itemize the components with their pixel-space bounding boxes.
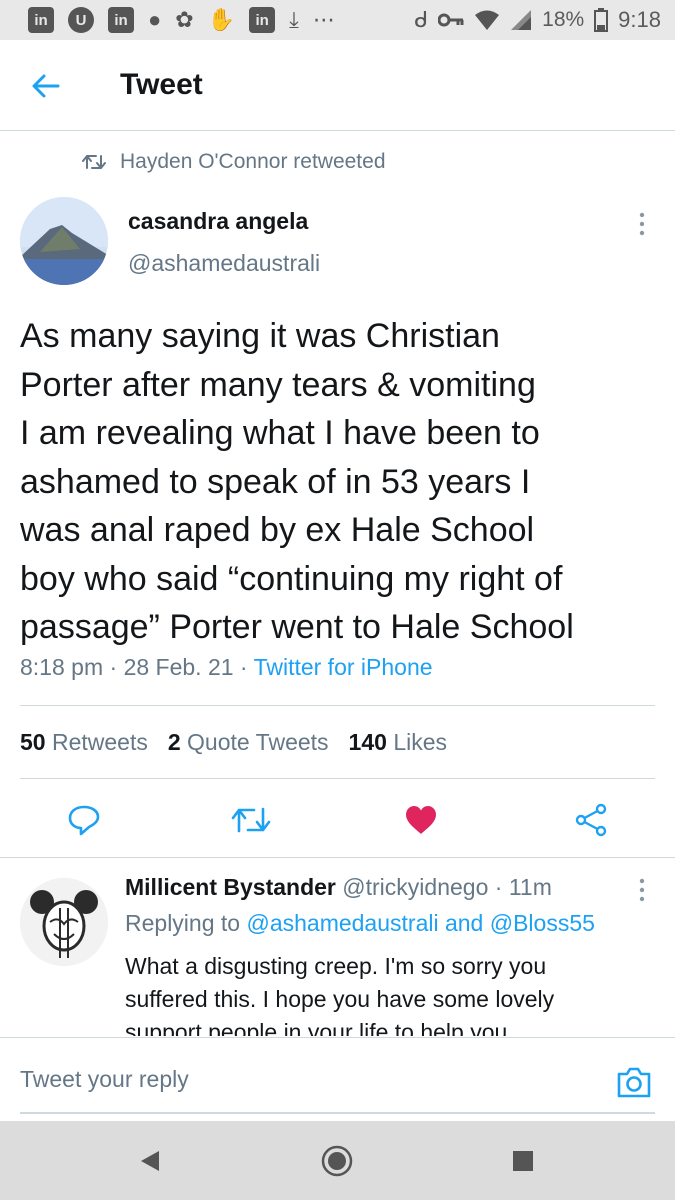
reply-composer: Tweet your reply [0,1037,675,1121]
linkedin-notification-icon: in [28,7,54,33]
author-avatar[interactable] [20,197,108,285]
likes-label: Likes [393,729,448,755]
status-bar: in U in ● ✿ ✋ in ⤓ ⋯ ᑯ 18% 9:18 [0,0,675,40]
back-button[interactable] [28,68,64,104]
reply-author-avatar[interactable] [20,878,108,966]
like-button[interactable] [396,795,446,845]
camera-button[interactable] [614,1062,654,1102]
reply-text[interactable]: What a disgusting creep. I'm so sorry yo… [125,950,645,1036]
retweets-label: Retweets [51,729,148,755]
tweet-text-line: was anal raped by ex Hale School [20,511,535,549]
signal-icon [511,10,532,30]
quote-tweets-stat[interactable]: 2 Quote Tweets [168,729,329,756]
battery-percent: 18% [542,8,585,31]
linkedin-notification-icon: in [108,7,134,33]
tweet-more-button[interactable] [630,210,654,240]
share-button[interactable] [566,795,616,845]
tweet-text-line: passage” Porter went to Hale School [20,608,574,646]
tweet-time: 8:18 pm [20,654,104,680]
linkedin-notification-icon: in [249,7,276,33]
divider [20,705,655,706]
reply-icon [68,805,100,836]
download-icon: ⤓ [289,7,299,32]
hand-notification-icon: ✋ [207,7,236,32]
divider [0,857,675,858]
share-icon [575,803,607,837]
nav-back-button[interactable] [130,1141,170,1181]
divider [20,778,655,779]
more-vertical-icon [639,878,645,902]
mention-link[interactable]: @ashamedaustrali [246,910,438,936]
dragon-notification-icon: ✿ [175,7,194,32]
tweet-text: As many saying it was Christian Porter a… [20,312,660,652]
reply-text-line: suffered this. I hope you have some love… [125,986,555,1012]
tweet-text-line: boy who said “continuing my right of [20,559,563,598]
reply-button[interactable] [59,795,109,845]
flame-notification-icon: ● [148,7,162,32]
nav-recents-icon [513,1151,533,1171]
reply-more-button[interactable] [630,876,654,906]
replying-to-and[interactable]: and [445,910,483,936]
tweet-stats: 50 Retweets 2 Quote Tweets 140 Likes [20,729,447,756]
nav-back-icon [141,1151,159,1171]
author-avatar-image [20,197,108,285]
mention-link[interactable]: @Bloss55 [490,910,595,936]
reply-input[interactable]: Tweet your reply [20,1066,189,1093]
top-app-bar: Tweet [0,40,675,131]
tweet-text-line: As many saying it was Christian [20,317,500,355]
battery-icon [594,8,609,32]
replying-to-prefix: Replying to [125,910,241,936]
tweet-date: 28 Feb. 21 [123,654,234,680]
reply-author-name[interactable]: Millicent Bystander [125,874,336,900]
camera-icon [617,1067,651,1098]
likes-count: 140 [348,729,387,755]
tweet-text-line: I am revealing what I have been to [20,414,540,452]
quote-tweets-label: Quote Tweets [187,729,329,755]
nav-home-icon [321,1145,353,1177]
status-bar-notifications: in U in ● ✿ ✋ in ⤓ ⋯ [28,7,335,33]
tweet-actions [0,795,675,845]
meta-separator: · [239,654,254,680]
status-bar-system: ᑯ 18% 9:18 [414,7,661,33]
reply-time: 11m [508,874,552,900]
tweet-text-line: ashamed to speak of in 53 years I [20,462,531,501]
meta-separator: · [109,654,124,680]
meta-separator: · [494,874,509,900]
retweets-count: 50 [20,729,46,755]
likes-stat[interactable]: 140 Likes [349,729,447,756]
wifi-icon [475,10,500,30]
nav-home-button[interactable] [317,1141,357,1181]
reply-text-line: support people in your life to help you [125,1019,508,1036]
nav-recents-button[interactable] [503,1141,543,1181]
bluetooth-icon: ᑯ [414,7,429,32]
tweet-metadata: 8:18 pm · 28 Feb. 21 · Twitter for iPhon… [20,654,433,681]
more-notifications-icon: ⋯ [312,7,335,32]
quote-tweets-count: 2 [167,729,181,755]
reply-input-underline [20,1112,655,1114]
retweet-small-icon [82,155,106,169]
retweets-stat[interactable]: 50 Retweets [20,729,148,756]
system-nav-bar [0,1121,675,1200]
replying-to: Replying to @ashamedaustrali and @Bloss5… [125,910,595,937]
heart-filled-icon [406,806,436,834]
u-app-notification-icon: U [68,7,94,33]
tweet-source-link[interactable]: Twitter for iPhone [254,654,433,680]
retweeted-by-text: Hayden O'Connor retweeted [120,150,386,173]
retweet-icon [231,807,271,833]
retweet-button[interactable] [226,795,276,845]
reply-header: Millicent Bystander @trickyidnego · 11m [125,874,552,901]
tweet-text-line: Porter after many tears & vomiting [20,365,536,404]
author-name[interactable]: casandra angela [128,208,308,235]
more-vertical-icon [639,212,645,236]
author-handle[interactable]: @ashamedaustrali [128,250,320,277]
reply-author-handle[interactable]: @trickyidnego [342,874,488,900]
reply-text-line: What a disgusting creep. I'm so sorry yo… [125,953,547,979]
reply-avatar-image [20,878,108,966]
vpn-key-icon [438,13,464,27]
back-arrow-icon [32,74,60,98]
retweeted-by[interactable]: Hayden O'Connor retweeted [82,150,386,174]
page-title: Tweet [120,68,203,101]
clock: 9:18 [618,7,661,32]
